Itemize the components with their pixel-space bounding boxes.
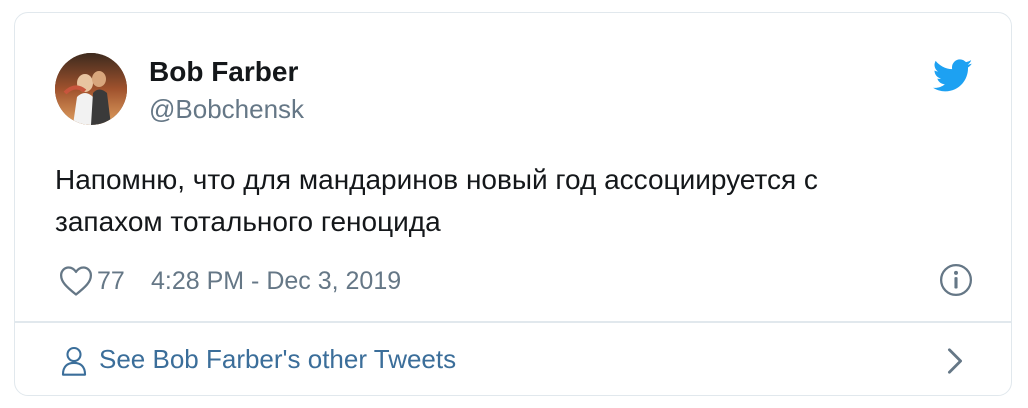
user-handle[interactable]: @Bobchensk [149,93,304,125]
info-icon[interactable] [939,263,973,297]
tweet-text-line: Напомню, что для мандаринов новый год ас… [55,164,818,195]
tweet-text-line: запахом тотального геноцида [55,206,441,237]
see-other-tweets-link[interactable]: See Bob Farber's other Tweets [15,323,1011,395]
person-icon [61,346,87,376]
chevron-right-icon[interactable] [945,347,965,375]
see-other-tweets-label[interactable]: See Bob Farber's other Tweets [99,341,456,377]
tweet-header: Bob Farber @Bobchensk [55,53,981,131]
avatar-image [55,53,127,125]
like-count[interactable]: 77 [97,265,125,297]
user-name[interactable]: Bob Farber [149,55,298,89]
twitter-bird-icon[interactable] [933,59,973,93]
tweet-timestamp[interactable]: 4:28 PM - Dec 3, 2019 [151,265,401,297]
tweet-card: Bob Farber @Bobchensk Напомню, что для м… [14,12,1012,396]
tweet-meta: 77 4:28 PM - Dec 3, 2019 [55,263,985,299]
heart-icon[interactable] [59,265,93,297]
avatar[interactable] [55,53,127,125]
tweet-text: Напомню, что для мандаринов новый год ас… [55,159,975,243]
